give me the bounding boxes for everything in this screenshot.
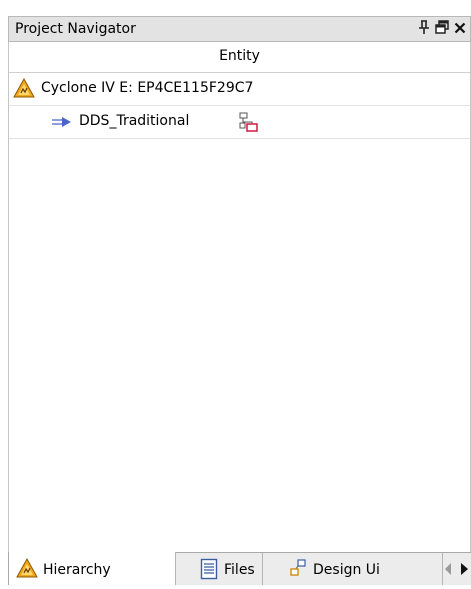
hierarchy-block-icon	[239, 112, 259, 136]
entity-column-label: Entity	[219, 48, 260, 64]
pin-icon[interactable]	[415, 19, 433, 39]
tree-row-label: Cyclone IV E: EP4CE115F29C7	[41, 80, 254, 96]
scroll-right-arrow-icon[interactable]	[457, 553, 471, 585]
device-warning-icon	[13, 77, 35, 102]
tab-label: Files	[224, 562, 255, 578]
entity-arrow-icon	[51, 116, 73, 132]
close-icon[interactable]	[451, 19, 469, 39]
panel-titlebar: Project Navigator	[8, 16, 471, 42]
device-warning-icon	[16, 557, 38, 582]
tree-row-label: DDS_Traditional	[79, 113, 190, 129]
entity-column-header[interactable]: Entity	[9, 42, 470, 73]
navigator-tab-bar: Hierarchy Files Design Ui	[8, 552, 471, 585]
hierarchy-tree[interactable]: Entity Cyclone IV E: EP4CE115F29C7 DDS_T…	[8, 42, 471, 552]
tab-design-units[interactable]: Design Ui	[263, 553, 443, 585]
tab-files[interactable]: Files	[176, 553, 263, 585]
design-units-icon	[289, 559, 307, 581]
tab-hierarchy[interactable]: Hierarchy	[8, 552, 176, 585]
tree-row-entity[interactable]: DDS_Traditional	[9, 106, 470, 139]
scroll-left-arrow-icon[interactable]	[441, 553, 455, 585]
panel-title: Project Navigator	[15, 21, 136, 37]
project-navigator-panel: Project Navigator Entity Cyclone IV E: E…	[8, 16, 471, 585]
tab-label: Design Ui	[313, 562, 380, 578]
tree-row-device[interactable]: Cyclone IV E: EP4CE115F29C7	[9, 73, 470, 106]
restore-window-icon[interactable]	[433, 19, 451, 39]
file-icon	[200, 558, 218, 584]
tab-label: Hierarchy	[43, 562, 111, 578]
